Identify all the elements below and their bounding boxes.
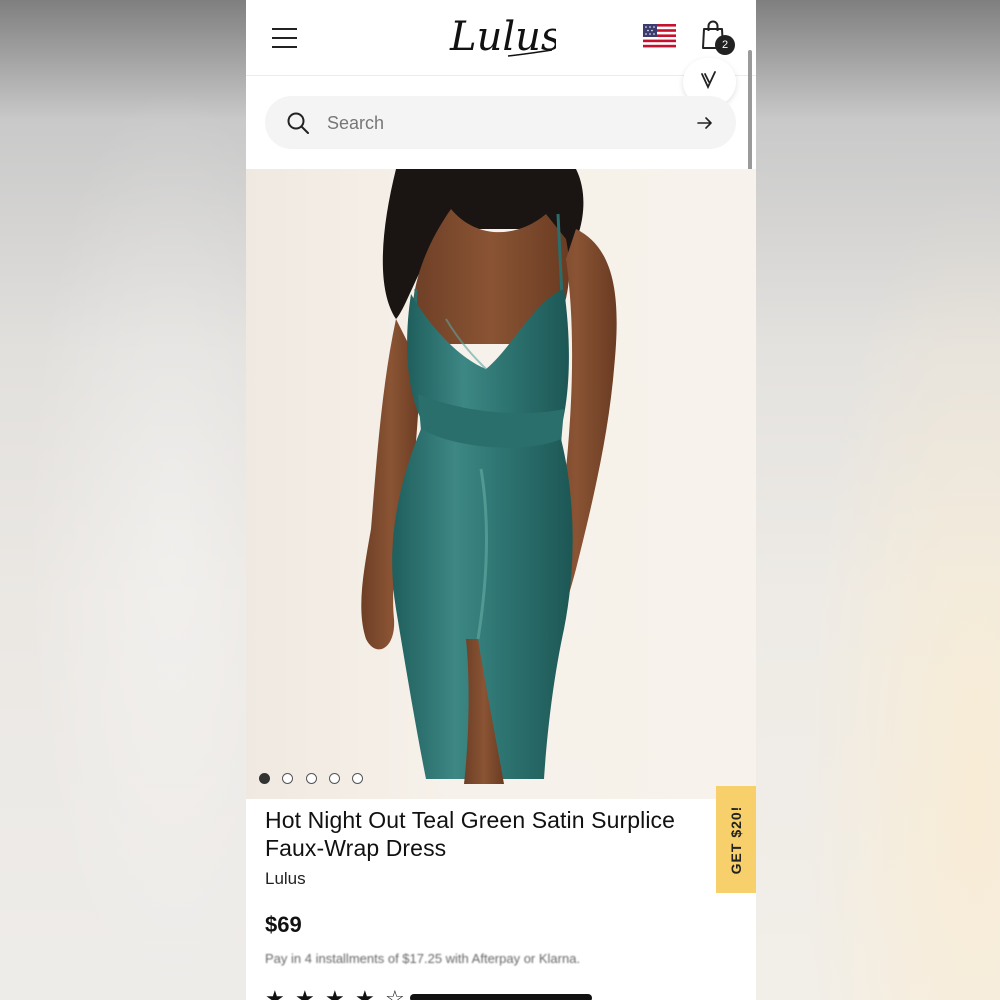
pagination-dot[interactable] xyxy=(329,773,340,784)
pagination-dot[interactable] xyxy=(352,773,363,784)
pagination-dot[interactable] xyxy=(259,773,270,784)
search-input[interactable] xyxy=(327,110,667,136)
star-icon: ★ xyxy=(355,986,375,1000)
product-price: $69 xyxy=(265,912,302,937)
cart-count-badge[interactable]: 2 xyxy=(715,35,735,55)
us-flag-icon[interactable] xyxy=(643,24,676,48)
reviews-link[interactable] xyxy=(410,994,592,1000)
background-left xyxy=(0,0,246,1000)
site-header: Lulus 2 xyxy=(246,0,756,76)
logo-text: Lulus xyxy=(449,14,556,60)
promo-label: GET $20! xyxy=(728,805,744,875)
pagination-dot[interactable] xyxy=(282,773,293,784)
dress-model-photo xyxy=(361,169,617,784)
product-image[interactable] xyxy=(246,169,756,799)
menu-icon[interactable] xyxy=(272,28,297,48)
search-icon xyxy=(287,112,309,134)
installments-text[interactable]: Pay in 4 installments of $17.25 with Aft… xyxy=(265,951,580,966)
pagination-dot[interactable] xyxy=(306,773,317,784)
background-right xyxy=(756,0,1000,1000)
get-20-promo-tab[interactable]: GET $20! xyxy=(716,786,756,893)
star-icon: ★ xyxy=(265,986,285,1000)
search-bar[interactable] xyxy=(265,96,736,149)
product-brand[interactable]: Lulus xyxy=(265,869,306,889)
mobile-page: Lulus 2 Search Hot Night Out Teal Green … xyxy=(246,0,756,1000)
star-icon: ★ xyxy=(295,986,315,1000)
lulus-logo[interactable]: Lulus xyxy=(446,12,556,62)
star-outline-icon: ☆ xyxy=(385,986,405,1000)
arrow-right-icon[interactable] xyxy=(695,113,715,133)
product-title: Hot Night Out Teal Green Satin Surplice … xyxy=(265,807,676,861)
star-icon: ★ xyxy=(325,986,345,1000)
